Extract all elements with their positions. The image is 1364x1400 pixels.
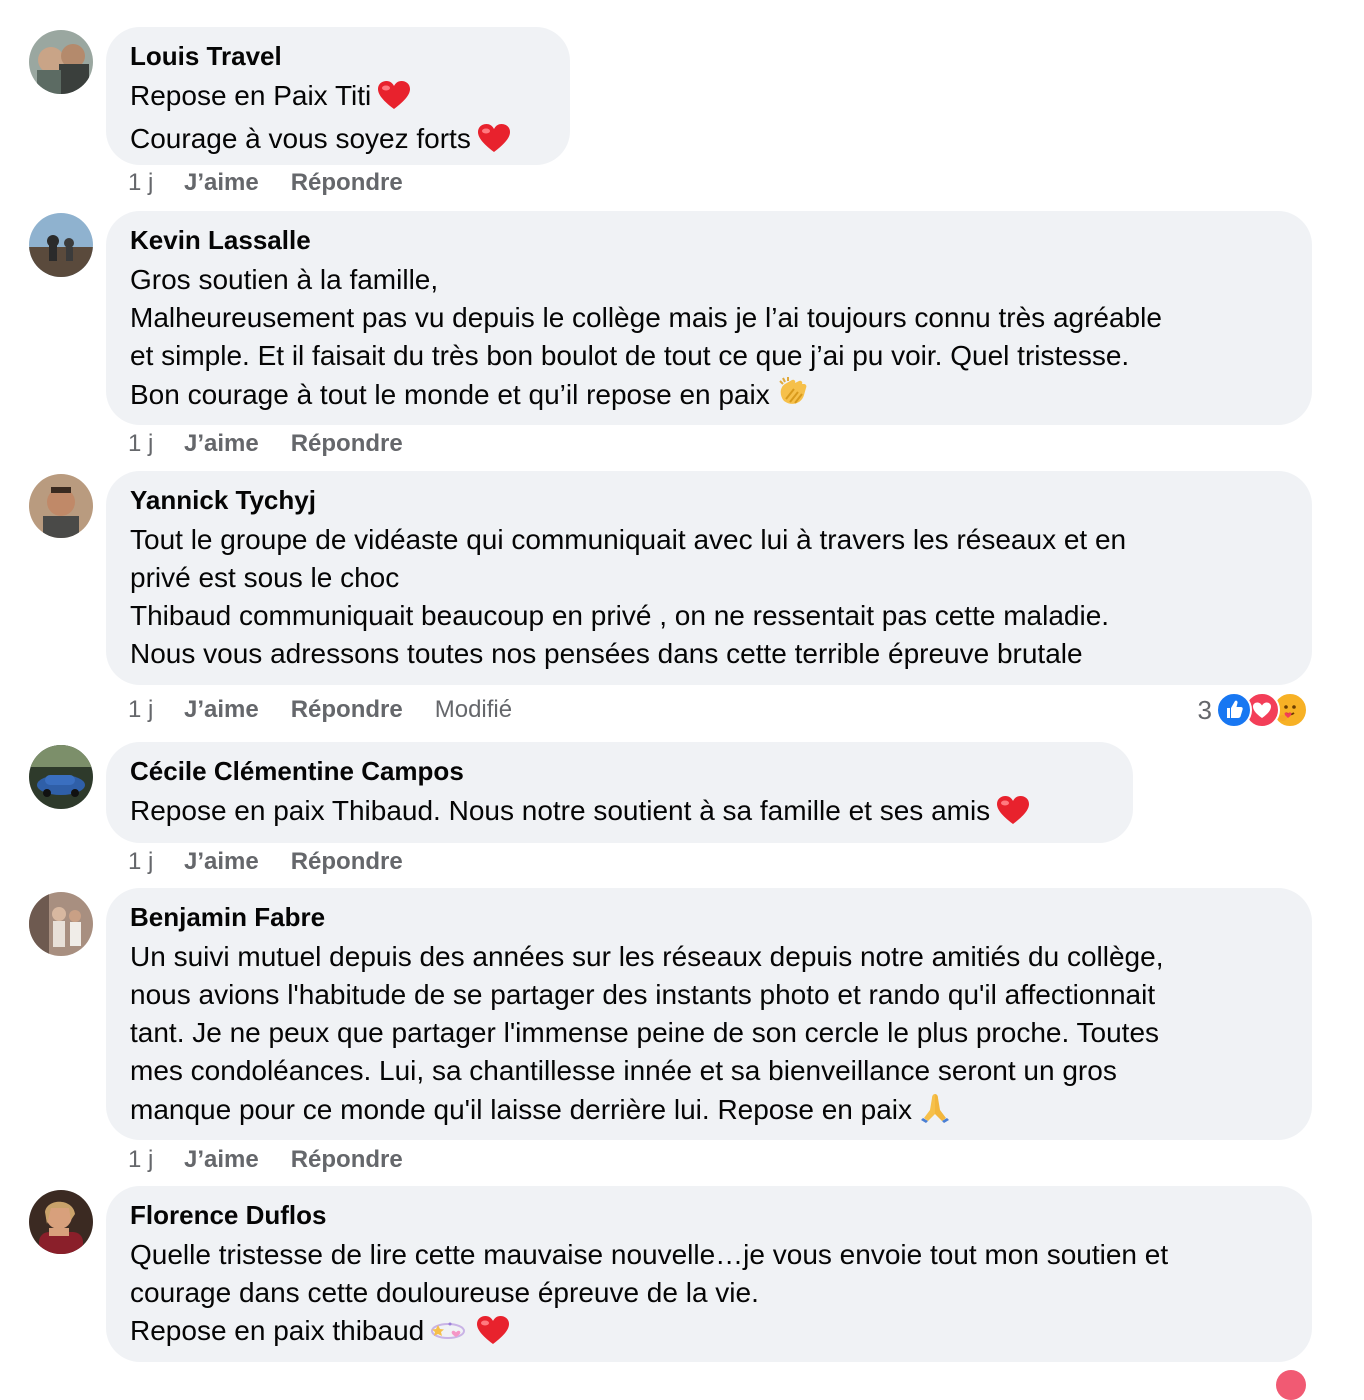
comment-text-line: manque pour ce monde qu'il laisse derriè…	[130, 1094, 913, 1125]
reaction-summary[interactable]: 3	[1198, 690, 1308, 730]
comment-text-line: Un suivi mutuel depuis des années sur le…	[130, 941, 1164, 972]
comment-author[interactable]: Cécile Clémentine Campos	[130, 756, 1109, 786]
reply-button[interactable]: Répondre	[291, 166, 403, 200]
comment-text-line: Courage à vous soyez forts	[130, 123, 471, 154]
heart-emoji	[477, 123, 511, 163]
comment-text-line: Repose en paix thibaud	[130, 1315, 425, 1346]
comment-actions: 1 j J’aime Répondre	[128, 166, 435, 200]
comment-text-line: Repose en Paix Titi	[130, 80, 372, 111]
comment-bubble: Kevin Lassalle Gros soutien à la famille…	[106, 211, 1312, 425]
comment-author[interactable]: Benjamin Fabre	[130, 902, 1288, 932]
avatar[interactable]	[29, 474, 93, 538]
comment-bubble: Louis Travel Repose en Paix Titi Courage…	[106, 27, 570, 165]
heart-emoji	[996, 795, 1030, 835]
like-button[interactable]: J’aime	[184, 845, 259, 879]
comment-time[interactable]: 1 j	[128, 845, 184, 879]
reply-button[interactable]: Répondre	[291, 693, 403, 727]
comment-author[interactable]: Yannick Tychyj	[130, 485, 1288, 515]
comment-text-line: Bon courage à tout le monde et qu’il rep…	[130, 379, 770, 410]
comment-text-line: Tout le groupe de vidéaste qui communiqu…	[130, 524, 1127, 555]
avatar[interactable]	[29, 745, 93, 809]
like-button[interactable]: J’aime	[184, 1143, 259, 1177]
like-reaction-icon	[1216, 692, 1252, 728]
heart-emoji	[377, 80, 411, 120]
avatar[interactable]	[29, 213, 93, 277]
clapping-hands-emoji	[776, 375, 810, 419]
comment-text-line: Repose en paix Thibaud. Nous notre souti…	[130, 795, 991, 826]
comment-text-line: et simple. Et il faisait du très bon bou…	[130, 340, 1130, 371]
reaction-count: 3	[1197, 694, 1212, 725]
comment-bubble: Florence Duflos Quelle tristesse de lire…	[106, 1186, 1312, 1362]
comment-time[interactable]: 1 j	[128, 693, 184, 727]
comment-actions: 1 j J’aime Répondre Modifié	[128, 693, 512, 727]
comment-text-line: Quelle tristesse de lire cette mauvaise …	[130, 1239, 1169, 1270]
comment-bubble: Yannick Tychyj Tout le groupe de vidéast…	[106, 471, 1312, 685]
comment-text-line: nous avions l'habitude de se partager de…	[130, 979, 1156, 1010]
dizzy-star-and-heart-emoji	[430, 1315, 466, 1355]
folded-hands-emoji	[918, 1090, 952, 1134]
reply-button[interactable]: Répondre	[291, 427, 403, 461]
avatar[interactable]	[29, 1190, 93, 1254]
avatar[interactable]	[29, 30, 93, 94]
like-button[interactable]: J’aime	[184, 693, 259, 727]
comment-author[interactable]: Kevin Lassalle	[130, 225, 1288, 255]
comment-text-line: Gros soutien à la famille,	[130, 264, 439, 295]
comment-time[interactable]: 1 j	[128, 166, 184, 200]
comment-author[interactable]: Florence Duflos	[130, 1200, 1288, 1230]
comment-bubble: Cécile Clémentine Campos Repose en paix …	[106, 742, 1133, 843]
comment-text-line: tant. Je ne peux que partager l'immense …	[130, 1017, 1160, 1048]
reply-button[interactable]: Répondre	[291, 1143, 403, 1177]
comment-actions: 1 j J’aime Répondre	[128, 845, 435, 879]
comment-text-line: privé est sous le choc	[130, 562, 400, 593]
edited-label[interactable]: Modifié	[435, 693, 512, 727]
heart-emoji	[476, 1315, 510, 1355]
avatar[interactable]	[29, 892, 93, 956]
like-button[interactable]: J’aime	[184, 427, 259, 461]
comment-author[interactable]: Louis Travel	[130, 41, 546, 71]
comment-actions: 1 j J’aime Répondre	[128, 1143, 435, 1177]
reply-button[interactable]: Répondre	[291, 845, 403, 879]
comment-text-line: Thibaud communiquait beaucoup en privé ,…	[130, 600, 1110, 631]
comment-actions: 1 j J’aime Répondre	[128, 427, 435, 461]
like-button[interactable]: J’aime	[184, 166, 259, 200]
comment-text-line: Nous vous adressons toutes nos pensées d…	[130, 638, 1083, 669]
comment-bubble: Benjamin Fabre Un suivi mutuel depuis de…	[106, 888, 1312, 1140]
comment-text-line: mes condoléances. Lui, sa chantillesse i…	[130, 1055, 1117, 1086]
comment-time[interactable]: 1 j	[128, 427, 184, 461]
comment-text-line: Malheureusement pas vu depuis le collège…	[130, 302, 1162, 333]
reaction-icon-partial	[1276, 1370, 1306, 1400]
comment-text-line: courage dans cette douloureuse épreuve d…	[130, 1277, 759, 1308]
comment-time[interactable]: 1 j	[128, 1143, 184, 1177]
